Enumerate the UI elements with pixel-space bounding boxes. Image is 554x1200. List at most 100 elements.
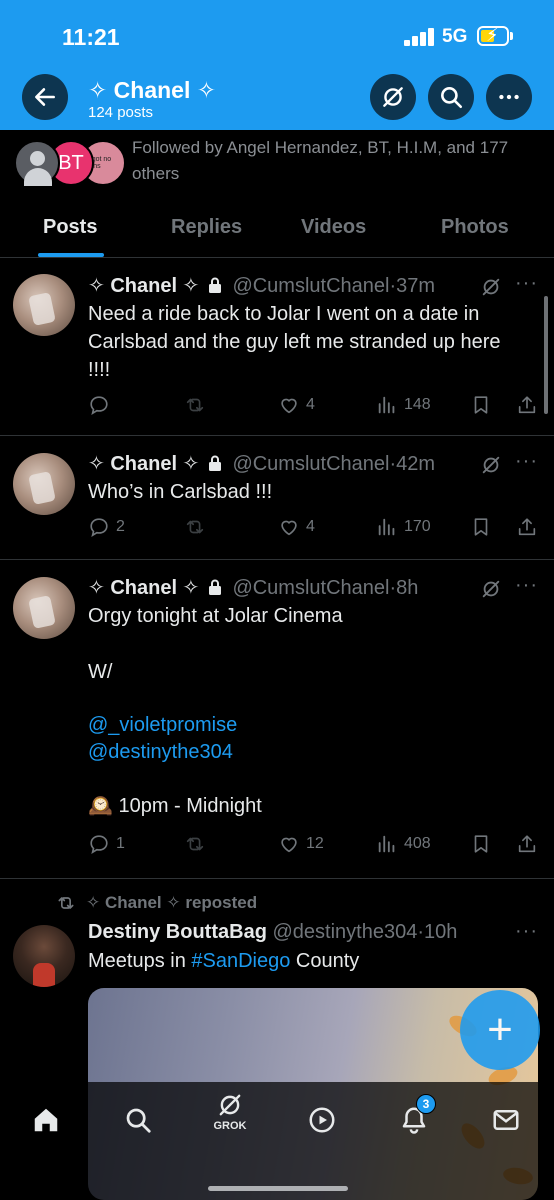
battery-tip (510, 32, 513, 40)
reply-count: 2 (116, 518, 125, 535)
arrow-left-icon (35, 88, 55, 106)
avatar[interactable] (13, 925, 75, 987)
repost-button[interactable] (184, 392, 212, 418)
avatar (14, 140, 60, 186)
tweet-handle[interactable]: @destinythe304 (272, 921, 417, 943)
compose-button[interactable]: + (460, 990, 540, 1070)
tweet-text: Meetups in #SanDiego County (88, 947, 528, 975)
hashtag-link[interactable]: #SanDiego (191, 950, 290, 972)
tweet-handle[interactable]: @CumslutChanel (232, 453, 389, 475)
home-indicator[interactable] (208, 1186, 348, 1191)
tab-posts[interactable]: Posts (43, 216, 97, 239)
nav-notifications[interactable]: 3 (394, 1094, 436, 1140)
tweet-text: Who’s in Carlsbad !!! (88, 481, 273, 503)
share-button[interactable] (516, 514, 544, 540)
repost-icon (186, 520, 204, 534)
views-button[interactable]: 408 (376, 831, 431, 857)
profile-name: ✧ Chanel ✧ (88, 77, 217, 103)
tab-videos[interactable]: Videos (301, 216, 366, 239)
mention-link[interactable]: @destinythe304 (88, 738, 528, 766)
repost-indicator: ✧ Chanel ✧ reposted (56, 893, 257, 913)
tweet-text: Need a ride back to Jolar I went on a da… (88, 303, 507, 381)
repost-icon (186, 398, 204, 412)
profile-header: 11:21 5G ⚡ ✧ Chanel ✧ 124 posts (0, 0, 554, 130)
tab-photos[interactable]: Photos (441, 216, 509, 239)
bookmark-icon (474, 518, 488, 536)
views-button[interactable]: 148 (376, 392, 431, 418)
grok-icon[interactable] (480, 276, 502, 298)
tweet-handle[interactable]: @CumslutChanel (232, 577, 389, 599)
network-type: 5G (442, 26, 468, 47)
bottom-navigation: GROK 3 (0, 1082, 554, 1200)
views-button[interactable]: 170 (376, 514, 431, 540)
reply-button[interactable] (88, 392, 116, 418)
bookmark-button[interactable] (470, 514, 498, 540)
reply-button[interactable]: 2 (88, 514, 125, 540)
tweet-text-line: Orgy tonight at Jolar Cinema (88, 605, 343, 627)
nav-spaces[interactable] (302, 1100, 342, 1140)
bookmark-button[interactable] (470, 831, 498, 857)
more-icon (499, 94, 519, 100)
repost-button[interactable] (184, 514, 212, 540)
nav-search[interactable] (118, 1100, 158, 1140)
search-icon (441, 87, 463, 109)
reply-icon (90, 835, 108, 854)
reply-count: 1 (116, 835, 125, 852)
search-button[interactable] (428, 74, 474, 120)
mention-link[interactable]: @_violetpromise (88, 711, 528, 739)
share-icon (518, 518, 536, 536)
more-options-button[interactable] (486, 74, 532, 120)
post-count: 124 posts (88, 104, 154, 121)
reply-button[interactable]: 1 (88, 831, 125, 857)
lock-icon (208, 455, 221, 471)
tweet-more-icon[interactable]: ··· (515, 450, 538, 473)
heart-icon (281, 398, 297, 414)
tab-replies[interactable]: Replies (171, 216, 242, 239)
tweet-handle[interactable]: @CumslutChanel (232, 275, 389, 297)
repost-button[interactable] (184, 831, 212, 857)
tweet-header: ✧ Chanel ✧ @CumslutChanel·42m (88, 451, 435, 476)
tweet-header: ✧ Chanel ✧ @CumslutChanel·8h (88, 575, 418, 600)
nav-messages[interactable] (486, 1100, 526, 1140)
back-button[interactable] (22, 74, 68, 120)
bookmark-icon (474, 835, 488, 853)
home-icon (34, 1108, 58, 1132)
nav-home[interactable] (26, 1100, 66, 1140)
tweet-more-icon[interactable]: ··· (515, 574, 538, 597)
scrollbar[interactable] (544, 296, 548, 414)
like-button[interactable]: 4 (278, 514, 315, 540)
grok-icon[interactable] (480, 454, 502, 476)
tweet-more-icon[interactable]: ··· (515, 920, 538, 943)
tweet[interactable]: ✧ Chanel ✧ @CumslutChanel·8h ··· Orgy to… (0, 561, 554, 879)
tweet-author-name[interactable]: ✧ Chanel ✧ (88, 453, 199, 475)
nav-grok[interactable]: GROK (210, 1092, 250, 1132)
grok-icon[interactable] (480, 578, 502, 600)
tweet[interactable]: ✧ Chanel ✧ @CumslutChanel·37m ··· Need a… (0, 259, 554, 436)
tweet-actions: 2 4 170 (88, 514, 538, 540)
followed-by-section[interactable]: BT he got no thighs Followed by Angel He… (0, 130, 554, 200)
tweet[interactable]: ✧ Chanel ✧ @CumslutChanel·42m ··· Who’s … (0, 437, 554, 560)
tweet-author-name[interactable]: Destiny BouttaBag (88, 921, 267, 943)
tweet-author-name[interactable]: ✧ Chanel ✧ (88, 275, 199, 297)
tweet-more-icon[interactable]: ··· (515, 272, 538, 295)
tweet-header: ✧ Chanel ✧ @CumslutChanel·37m (88, 273, 435, 298)
avatar[interactable] (13, 274, 75, 336)
share-button[interactable] (516, 831, 544, 857)
avatar[interactable] (13, 453, 75, 515)
heart-icon (281, 837, 297, 853)
mail-icon (493, 1110, 519, 1130)
status-time: 11:21 (62, 24, 120, 50)
share-icon (518, 396, 536, 414)
profile-tabs: Posts Replies Videos Photos (0, 200, 554, 258)
like-button[interactable]: 4 (278, 392, 315, 418)
share-button[interactable] (516, 392, 544, 418)
like-count: 4 (306, 518, 315, 535)
like-button[interactable]: 12 (278, 831, 324, 857)
view-count: 170 (404, 518, 431, 535)
notification-badge: 3 (416, 1094, 436, 1114)
avatar[interactable] (13, 577, 75, 639)
lock-icon (208, 277, 221, 293)
tweet-author-name[interactable]: ✧ Chanel ✧ (88, 577, 199, 599)
grok-button[interactable] (370, 74, 416, 120)
bookmark-button[interactable] (470, 392, 498, 418)
